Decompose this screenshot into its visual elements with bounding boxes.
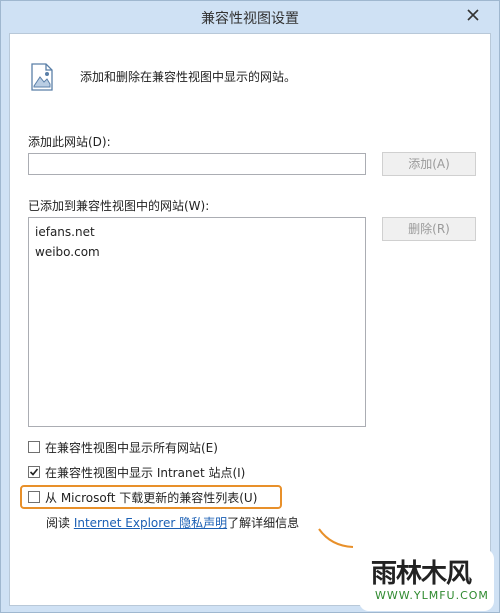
watermark-logo: 雨林木风 WWW.YLMFU.COM <box>359 549 494 611</box>
compat-view-settings-window: 兼容性视图设置 添加和删除在兼容性视图中显示的网站。 添加此网站(D): 添加(… <box>0 0 500 613</box>
annotation-arrow <box>318 528 354 548</box>
watermark-text: 雨林木风 <box>371 559 472 589</box>
watermark-url: WWW.YLMFU.COM <box>375 589 489 602</box>
